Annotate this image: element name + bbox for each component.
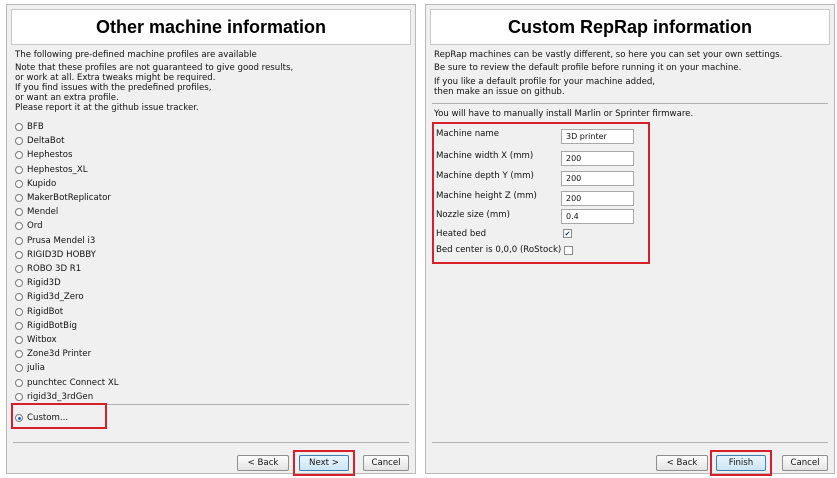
radio-icon[interactable] xyxy=(15,137,23,146)
profile-option[interactable]: BFB xyxy=(15,120,44,134)
profile-option-label: RIGID3D HOBBY xyxy=(27,249,96,260)
highlight-box xyxy=(11,403,107,429)
profile-option-label: Hephestos_XL xyxy=(27,164,88,175)
profile-option-label: punchtec Connect XL xyxy=(27,377,119,388)
radio-icon[interactable] xyxy=(15,123,23,131)
page-header: Other machine information xyxy=(11,9,411,45)
profile-option[interactable]: ROBO 3D R1 xyxy=(15,262,81,276)
back-button[interactable]: < Back xyxy=(237,455,289,471)
profile-option-label: DeltaBot xyxy=(27,136,65,147)
radio-icon[interactable] xyxy=(15,250,23,259)
profile-option-label: Mendel xyxy=(27,207,59,218)
profile-option[interactable]: RigidBotBig xyxy=(15,319,77,333)
cancel-button[interactable]: Cancel xyxy=(363,455,409,471)
highlight-box xyxy=(293,450,355,476)
highlight-box xyxy=(432,122,650,264)
profile-option-label: Zone3d Printer xyxy=(27,349,92,360)
profile-option[interactable]: Rigid3D xyxy=(15,276,61,290)
highlight-box xyxy=(710,450,772,476)
profile-option[interactable]: Ord xyxy=(15,219,43,233)
profile-option-label: BFB xyxy=(27,122,44,132)
profile-option[interactable]: DeltaBot xyxy=(15,134,64,148)
divider xyxy=(13,442,409,443)
radio-icon[interactable] xyxy=(15,165,23,174)
profile-option-label: Ord xyxy=(27,221,43,232)
profile-option-label: Witbox xyxy=(27,335,57,345)
profile-option[interactable]: Rigid3d_Zero xyxy=(15,290,84,304)
profile-option[interactable]: Prusa Mendel i3 xyxy=(15,234,95,248)
radio-icon[interactable] xyxy=(15,194,23,202)
profile-option[interactable]: RIGID3D HOBBY xyxy=(15,248,96,262)
divider xyxy=(432,442,828,443)
radio-icon[interactable] xyxy=(15,392,23,401)
profile-option-label: julia xyxy=(27,363,45,374)
profile-option[interactable]: julia xyxy=(15,361,45,375)
radio-icon[interactable] xyxy=(15,265,23,273)
radio-icon[interactable] xyxy=(15,222,23,231)
intro-line: Please report it at the github issue tra… xyxy=(15,103,199,113)
profile-option-label: rigid3d_3rdGen xyxy=(27,391,94,402)
radio-icon[interactable] xyxy=(15,378,23,387)
machine-info-wizard-page: Other machine information The following … xyxy=(6,4,416,476)
profile-option[interactable]: RigidBot xyxy=(15,305,63,319)
radio-icon[interactable] xyxy=(15,336,23,344)
page-header: Custom RepRap information xyxy=(430,9,830,45)
profile-option[interactable]: rigid3d_3rdGen xyxy=(15,390,93,404)
intro-line: then make an issue on github. xyxy=(434,87,565,97)
radio-icon[interactable] xyxy=(15,307,23,316)
profile-option-label: Rigid3d_Zero xyxy=(27,292,84,303)
page-title: Custom RepRap information xyxy=(507,16,752,37)
radio-icon[interactable] xyxy=(15,208,23,217)
profile-option-label: RigidBot xyxy=(27,306,64,317)
radio-icon[interactable] xyxy=(15,350,23,359)
profile-option-label: ROBO 3D R1 xyxy=(27,264,82,274)
firmware-note: You will have to manually install Marlin… xyxy=(434,109,694,119)
radio-icon[interactable] xyxy=(15,364,23,373)
profile-option[interactable]: Hephestos xyxy=(15,148,73,162)
profile-option[interactable]: MakerBotReplicator xyxy=(15,191,111,205)
profile-option[interactable]: punchtec Connect XL xyxy=(15,376,119,390)
profile-option[interactable]: Witbox xyxy=(15,333,57,347)
profile-option-label: Rigid3D xyxy=(27,278,61,289)
intro-line: The following pre-defined machine profil… xyxy=(15,50,257,60)
profile-option-label: Hephestos xyxy=(27,150,73,161)
intro-line: or want an extra profile. xyxy=(15,93,119,103)
intro-line: If you find issues with the predefined p… xyxy=(15,83,212,93)
custom-reprap-wizard-page: Custom RepRap information RepRap machine… xyxy=(425,4,835,476)
radio-icon[interactable] xyxy=(15,279,23,288)
cancel-button[interactable]: Cancel xyxy=(782,455,828,471)
radio-icon[interactable] xyxy=(15,293,23,302)
radio-icon[interactable] xyxy=(15,321,23,330)
profile-option[interactable]: Zone3d Printer xyxy=(15,347,91,361)
profile-option-label: MakerBotReplicator xyxy=(27,193,111,203)
intro-line: or work at all. Extra tweaks might be re… xyxy=(15,73,216,83)
back-button[interactable]: < Back xyxy=(656,455,708,471)
profile-option-label: Kupido xyxy=(27,178,57,189)
profile-option-label: RigidBotBig xyxy=(27,320,77,331)
radio-icon[interactable] xyxy=(15,151,23,160)
intro-line: Note that these profiles are not guarant… xyxy=(15,63,294,73)
profile-option[interactable]: Kupido xyxy=(15,177,56,191)
profile-option-label: Prusa Mendel i3 xyxy=(27,235,96,246)
intro-line: RepRap machines can be vastly different,… xyxy=(434,50,783,60)
divider xyxy=(432,103,828,104)
radio-icon[interactable] xyxy=(15,179,23,188)
page-title: Other machine information xyxy=(95,16,327,37)
intro-line: If you like a default profile for your m… xyxy=(434,77,656,87)
profile-option[interactable]: Mendel xyxy=(15,205,58,219)
profile-option[interactable]: Hephestos_XL xyxy=(15,163,88,177)
radio-icon[interactable] xyxy=(15,236,23,245)
intro-line: Be sure to review the default profile be… xyxy=(434,63,742,73)
